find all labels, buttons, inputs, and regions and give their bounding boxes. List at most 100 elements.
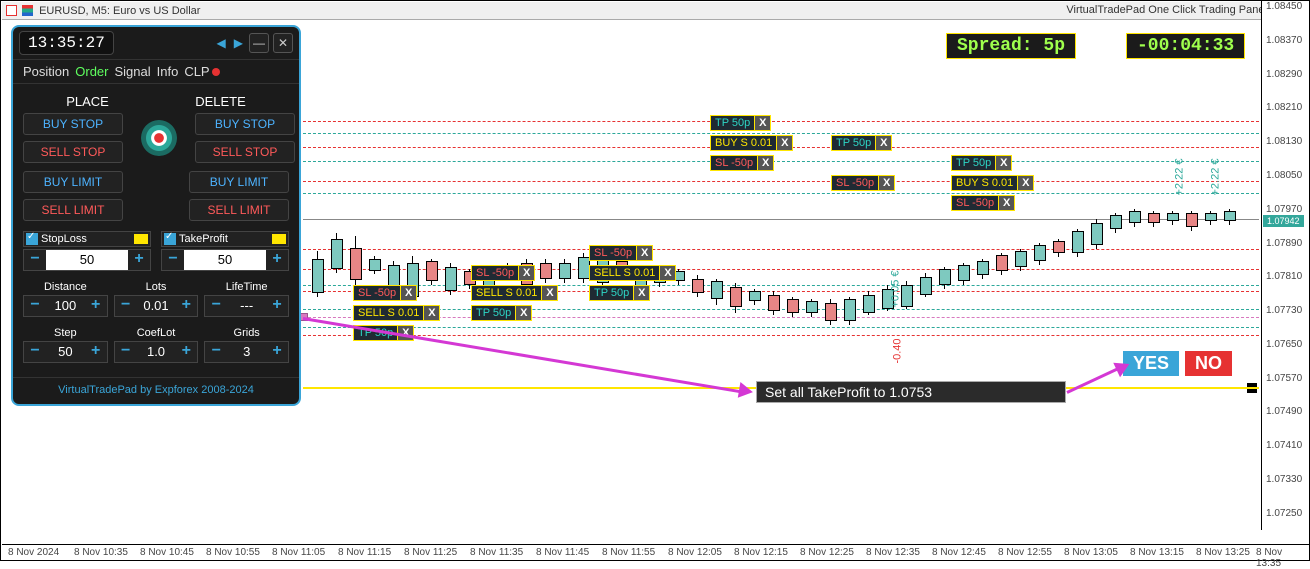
current-price-tag: 1.07942 — [1263, 215, 1304, 227]
tp-plus-button[interactable]: + — [266, 250, 288, 270]
del-sell-limit-button[interactable]: SELL LIMIT — [189, 199, 289, 221]
order-tag[interactable]: BUY S 0.01X — [710, 135, 793, 151]
sl-value[interactable]: 50 — [46, 250, 128, 270]
param-plus-button[interactable]: + — [266, 342, 288, 362]
order-tag[interactable]: TP 50pX — [951, 155, 1012, 171]
close-tag-button[interactable]: X — [518, 266, 534, 280]
close-tag-button[interactable]: X — [636, 246, 652, 260]
order-tag[interactable]: SL -50pX — [589, 245, 653, 261]
order-tag[interactable]: SL -50pX — [951, 195, 1015, 211]
tab-info[interactable]: Info — [157, 64, 179, 79]
order-tag[interactable]: BUY S 0.01X — [951, 175, 1034, 191]
price-line[interactable] — [303, 193, 1259, 194]
close-tag-button[interactable]: X — [515, 306, 531, 320]
tp-minus-button[interactable]: − — [162, 250, 184, 270]
price-line[interactable] — [303, 121, 1259, 122]
param-minus-button[interactable]: − — [115, 342, 137, 362]
trade-panel: 13:35:27 ◀ ▶ — ✕ Position Order Signal I… — [11, 25, 301, 406]
close-tag-button[interactable]: X — [757, 156, 773, 170]
order-tag[interactable]: SELL S 0.01X — [589, 265, 676, 281]
close-tag-button[interactable]: X — [754, 116, 770, 130]
param-value[interactable]: 1.0 — [137, 342, 176, 362]
param-minus-button[interactable]: − — [24, 342, 46, 362]
price-line[interactable] — [303, 161, 1259, 162]
price-line[interactable] — [303, 133, 1259, 134]
price-line[interactable] — [303, 309, 1259, 310]
sl-minus-button[interactable]: − — [24, 250, 46, 270]
del-buy-stop-button[interactable]: BUY STOP — [195, 113, 295, 135]
param-value[interactable]: 3 — [227, 342, 266, 362]
param-plus-button[interactable]: + — [85, 342, 107, 362]
tp-value[interactable]: 50 — [184, 250, 266, 270]
tab-position[interactable]: Position — [23, 64, 69, 79]
del-buy-limit-button[interactable]: BUY LIMIT — [189, 171, 289, 193]
price-line[interactable] — [303, 335, 1259, 336]
bullseye-icon[interactable] — [141, 120, 177, 156]
param-minus-button[interactable]: − — [205, 296, 227, 316]
confirm-no-button[interactable]: NO — [1185, 351, 1232, 376]
tab-signal[interactable]: Signal — [114, 64, 150, 79]
close-tag-button[interactable]: X — [875, 136, 891, 150]
profit-annotation: +0.05 € — [890, 270, 902, 307]
param-minus-button[interactable]: − — [24, 296, 46, 316]
sl-plus-button[interactable]: + — [128, 250, 150, 270]
param-plus-button[interactable]: + — [175, 342, 197, 362]
prev-button[interactable]: ◀ — [215, 36, 228, 50]
stoploss-toggle[interactable]: StopLoss — [23, 231, 151, 247]
place-buy-limit-button[interactable]: BUY LIMIT — [23, 171, 123, 193]
minimize-button[interactable]: — — [249, 33, 269, 53]
takeprofit-toggle[interactable]: TakeProfit — [161, 231, 289, 247]
param-plus-button[interactable]: + — [85, 296, 107, 316]
close-tag-button[interactable]: X — [1017, 176, 1033, 190]
price-line[interactable] — [303, 317, 1259, 318]
close-button[interactable]: ✕ — [273, 33, 293, 53]
close-tag-button[interactable]: X — [878, 176, 894, 190]
param-minus-button[interactable]: − — [115, 296, 137, 316]
close-tag-button[interactable]: X — [541, 286, 557, 300]
tab-clp[interactable]: CLP — [184, 64, 219, 79]
order-tag[interactable]: SL -50pX — [710, 155, 774, 171]
x-tick: 8 Nov 10:45 — [140, 547, 194, 558]
param-value[interactable]: 50 — [46, 342, 85, 362]
order-tag[interactable]: TP 50pX — [710, 115, 771, 131]
close-tag-button[interactable]: X — [400, 286, 416, 300]
param-value[interactable]: 100 — [46, 296, 85, 316]
close-tag-button[interactable]: X — [776, 136, 792, 150]
param-plus-button[interactable]: + — [175, 296, 197, 316]
order-tag[interactable]: SL -50pX — [831, 175, 895, 191]
order-tag[interactable]: SELL S 0.01X — [471, 285, 558, 301]
wave-icon[interactable] — [272, 234, 286, 244]
place-buy-stop-button[interactable]: BUY STOP — [23, 113, 123, 135]
param-value[interactable]: --- — [227, 296, 266, 316]
close-tag-button[interactable]: X — [995, 156, 1011, 170]
y-tick: 1.07650 — [1266, 339, 1302, 350]
y-tick: 1.07970 — [1266, 204, 1302, 215]
price-line[interactable] — [303, 181, 1259, 182]
confirm-yes-button[interactable]: YES — [1123, 351, 1179, 376]
order-tag[interactable]: TP 50pX — [471, 305, 532, 321]
place-sell-stop-button[interactable]: SELL STOP — [23, 141, 123, 163]
param-plus-button[interactable]: + — [266, 296, 288, 316]
del-sell-stop-button[interactable]: SELL STOP — [195, 141, 295, 163]
close-tag-button[interactable]: X — [998, 196, 1014, 210]
y-tick: 1.07250 — [1266, 508, 1302, 519]
order-tag[interactable]: SELL S 0.01X — [353, 305, 440, 321]
order-tag[interactable]: TP 50pX — [589, 285, 650, 301]
panel-tabs: Position Order Signal Info CLP — [13, 60, 299, 84]
price-line[interactable] — [303, 291, 1259, 292]
close-tag-button[interactable]: X — [423, 306, 439, 320]
wave-icon[interactable] — [134, 234, 148, 244]
order-tag[interactable]: SL -50pX — [471, 265, 535, 281]
close-tag-button[interactable]: X — [633, 286, 649, 300]
price-line[interactable] — [303, 249, 1259, 250]
x-tick: 8 Nov 11:15 — [338, 547, 391, 558]
order-tag[interactable]: TP 50pX — [831, 135, 892, 151]
param-minus-button[interactable]: − — [205, 342, 227, 362]
param-value[interactable]: 0.01 — [137, 296, 176, 316]
order-tag[interactable]: SL -50pX — [353, 285, 417, 301]
place-sell-limit-button[interactable]: SELL LIMIT — [23, 199, 123, 221]
close-tag-button[interactable]: X — [659, 266, 675, 280]
next-button[interactable]: ▶ — [232, 36, 245, 50]
tab-order[interactable]: Order — [75, 64, 108, 79]
price-line[interactable] — [303, 327, 1259, 328]
